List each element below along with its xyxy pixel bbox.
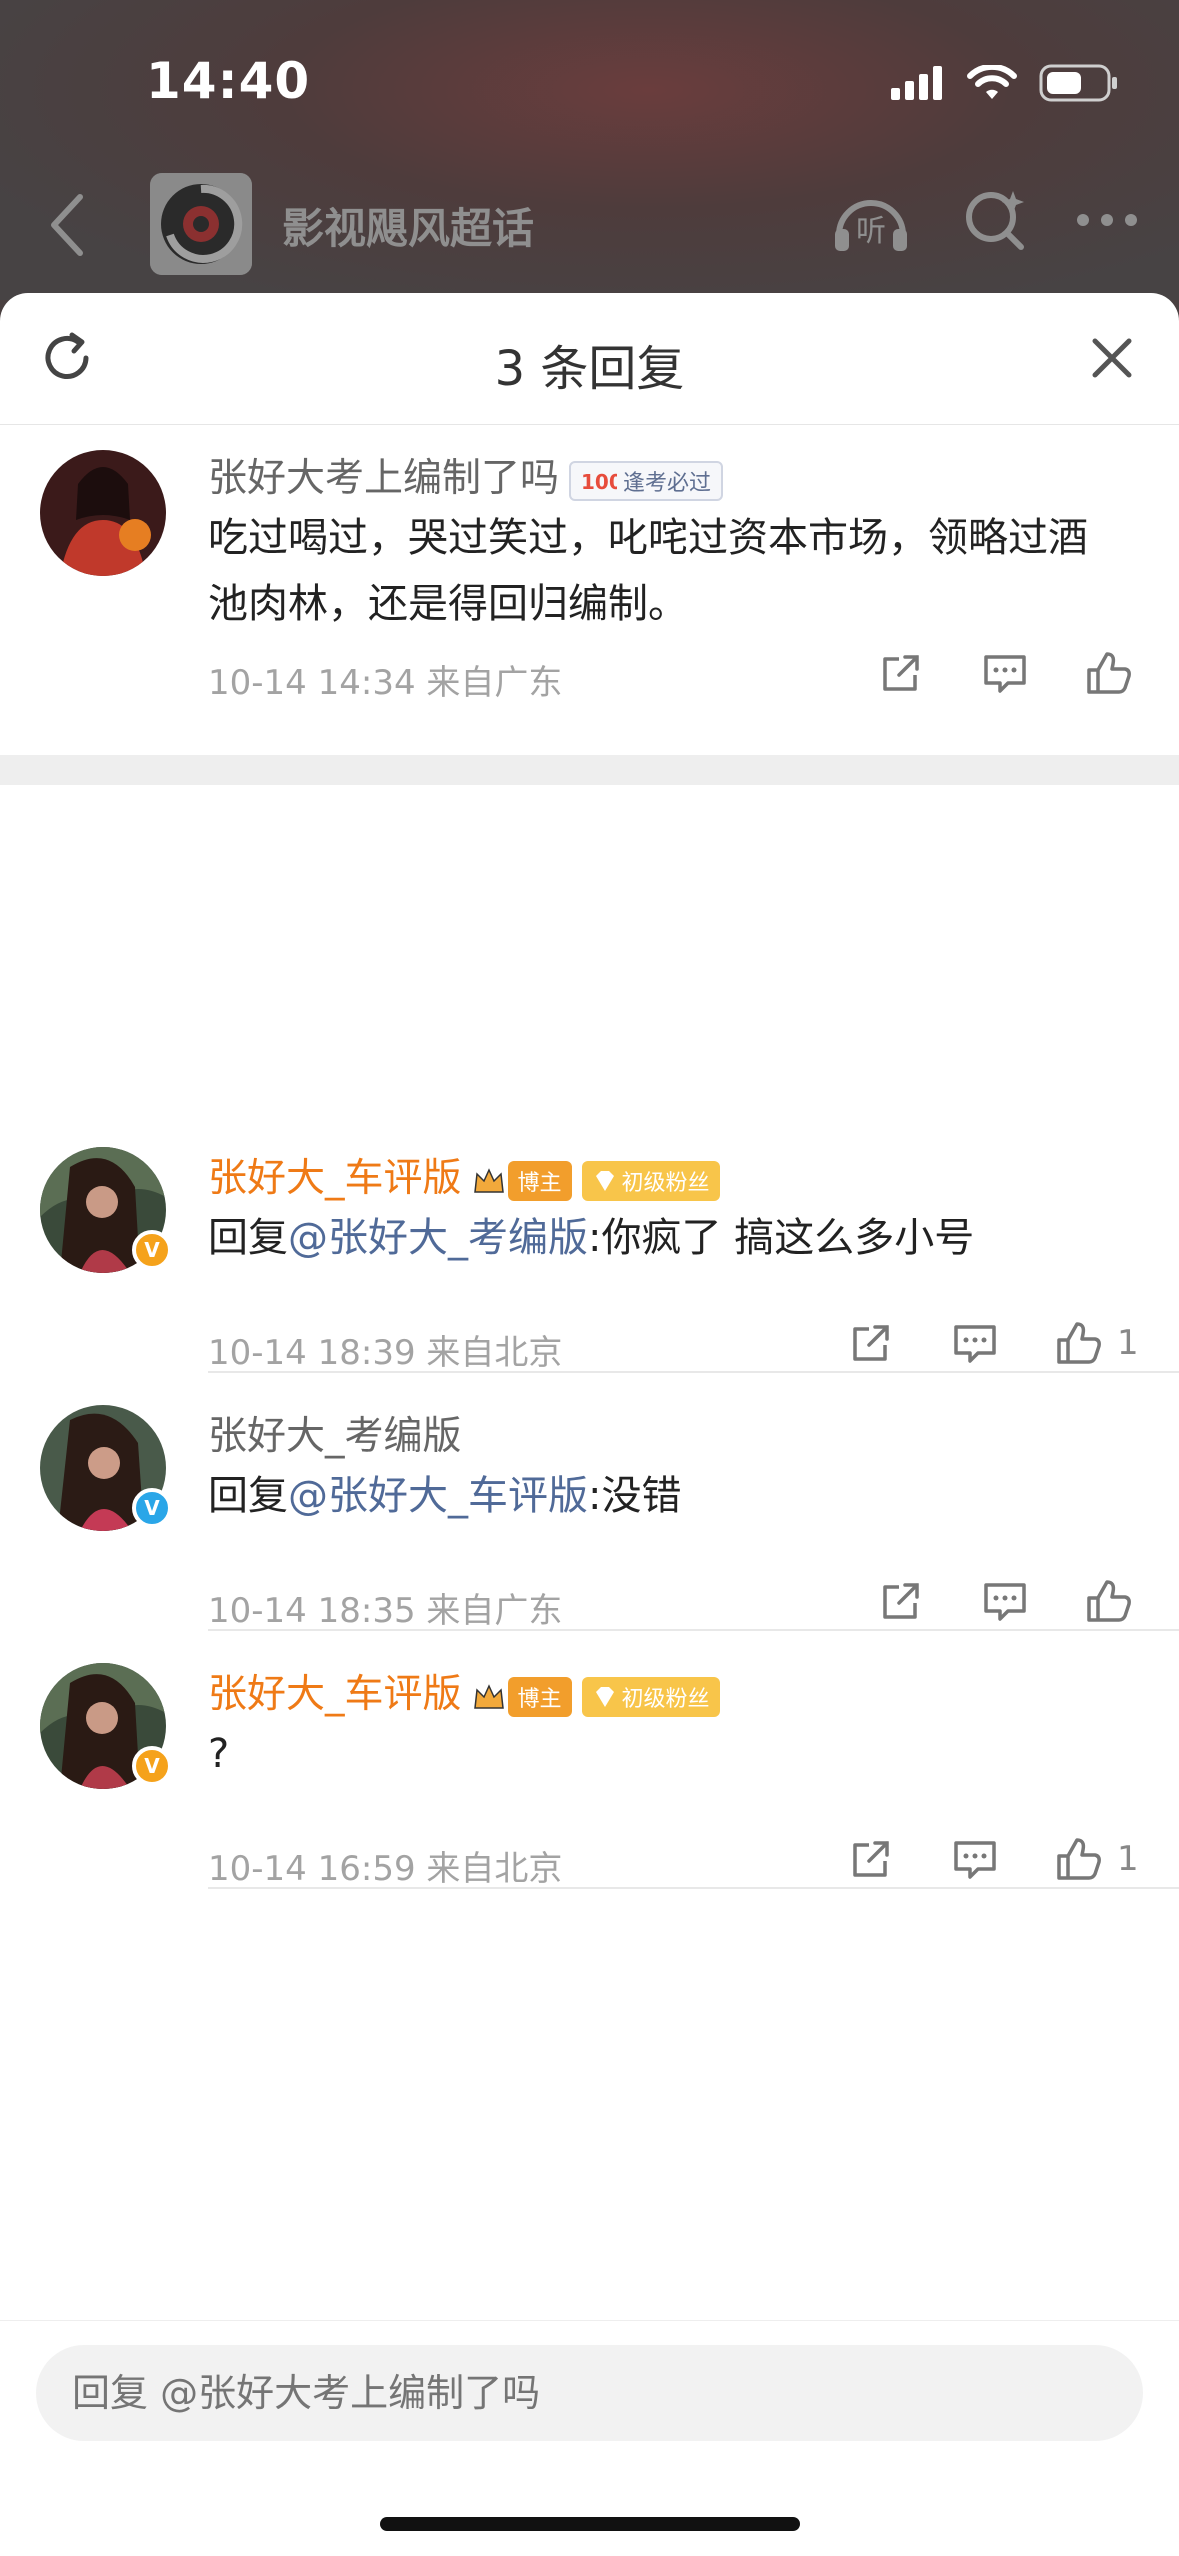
comment-text: 回复@张好大_考编版:你疯了 搞这么多小号 [208,1205,1119,1271]
commenter-name[interactable]: 张好大考上编制了吗 100 逢考必过 [208,447,724,503]
commenter-name-text[interactable]: 张好大考上编制了吗 [208,456,559,501]
verified-badge: V [132,1488,172,1528]
divider [208,1629,1179,1631]
share-button[interactable] [841,1829,901,1889]
like-icon [1057,1322,1101,1364]
status-icons [891,64,1119,102]
like-button[interactable] [1079,643,1139,703]
like-icon [1087,1580,1131,1622]
reply-prefix: 回复 [208,1215,288,1261]
reply-input[interactable] [36,2345,1143,2441]
comment-text: 吃过喝过，哭过笑过，叱咤过资本市场，领略过酒池肉林，还是得回归编制。 [208,515,1088,627]
mention-link[interactable]: @张好大_车评版 [288,1473,588,1519]
comment-icon [954,1841,996,1879]
diamond-icon [595,1686,614,1707]
commenter-name[interactable]: 张好大_车评版 博主 初级粉丝 [208,1663,720,1719]
crown-icon [473,1167,504,1193]
topic-logo[interactable] [150,173,252,275]
verified-badge: V [132,1746,172,1786]
like-icon [1087,652,1131,694]
like-count: 1 [1117,1839,1139,1879]
comment-meta: 10-14 18:39 来自北京 [208,1333,563,1373]
comment-text: 回复@张好大_车评版:没错 [208,1463,1119,1529]
avatar[interactable] [40,450,166,576]
comment-actions [827,1571,1139,1631]
hundred-icon: 100 [581,470,617,493]
root-comment: 张好大考上编制了吗 100 逢考必过 吃过喝过，哭过笑过，叱咤过资本市场，领略过酒池… [0,425,1179,703]
like-button[interactable] [1049,1313,1109,1373]
like-button[interactable] [1079,1571,1139,1631]
share-button[interactable] [841,1313,901,1373]
background-topbar: 14:40 影视飓风超话 听 [0,0,1179,300]
sheet-title: 3 条回复 [494,341,685,397]
comment-actions: 1 [797,1313,1139,1373]
svg-text:听: 听 [856,214,886,249]
commenter-name[interactable]: 张好大_考编版 [208,1405,462,1461]
nav-bar: 影视飓风超话 听 [0,165,1179,285]
diamond-icon [595,1170,614,1191]
reply-button[interactable] [945,1829,1005,1889]
commenter-name-text[interactable]: 张好大_车评版 [208,1156,462,1201]
like-count: 1 [1117,1323,1139,1363]
exam-tag: 100 逢考必过 [569,460,724,501]
comment-icon [984,655,1026,693]
search-icon[interactable] [961,187,1027,253]
fan-level-label: 初级粉丝 [621,1170,710,1196]
exam-tag-label: 逢考必过 [623,470,712,496]
battery-icon [1039,64,1117,102]
close-icon[interactable] [1087,333,1137,383]
fan-level-label: 初级粉丝 [621,1686,710,1712]
wifi-icon [967,65,1017,99]
reply-button[interactable] [975,643,1035,703]
fan-level-tag: 初级粉丝 [581,1676,720,1717]
status-time: 14:40 [146,52,311,110]
svg-text:100: 100 [581,470,617,493]
blogger-tag: 博主 [507,1676,572,1717]
like-icon [1057,1838,1101,1880]
share-icon [883,655,919,691]
reply-prefix: 回复 [208,1473,288,1519]
reply-text: :没错 [588,1473,682,1519]
reply-text: :你疯了 搞这么多小号 [588,1215,975,1261]
replies-sheet: 3 条回复 张好大考上编制了吗 100 逢考必过 吃过喝过，哭过笑过，叱咤过资本市场… [0,293,1179,2556]
comment-meta: 10-14 16:59 来自北京 [208,1849,563,1889]
divider [208,1371,1179,1373]
signal-icon [891,66,942,100]
back-icon[interactable] [30,185,110,265]
like-button[interactable] [1049,1829,1109,1889]
comment-actions: 1 [797,1829,1139,1889]
reply-button[interactable] [975,1571,1035,1631]
blogger-tag: 博主 [507,1160,572,1201]
listen-icon[interactable]: 听 [829,185,913,255]
reply-button[interactable] [945,1313,1005,1373]
comment-text: ? [208,1731,230,1777]
mention-link[interactable]: @张好大_考编版 [288,1215,588,1261]
comment-icon [954,1325,996,1363]
commenter-name-text[interactable]: 张好大_车评版 [208,1672,462,1717]
more-icon[interactable] [1075,210,1139,230]
fan-level-tag: 初级粉丝 [581,1160,720,1201]
comment-meta: 10-14 14:34 来自广东 [208,663,563,703]
comment-icon [984,1583,1026,1621]
section-separator [0,755,1179,785]
sheet-header: 3 条回复 [0,293,1179,425]
share-icon [853,1325,889,1361]
verified-badge: V [132,1230,172,1270]
topic-name[interactable]: 影视飓风超话 [282,195,534,256]
share-button[interactable] [871,643,931,703]
share-icon [853,1841,889,1877]
share-icon [883,1583,919,1619]
home-indicator[interactable] [380,2517,800,2531]
share-button[interactable] [871,1571,931,1631]
divider [208,1887,1179,1889]
commenter-name[interactable]: 张好大_车评版 博主 初级粉丝 [208,1147,720,1203]
comment-actions [827,643,1139,703]
comment-meta: 10-14 18:35 来自广东 [208,1591,563,1631]
crown-icon [473,1683,504,1709]
